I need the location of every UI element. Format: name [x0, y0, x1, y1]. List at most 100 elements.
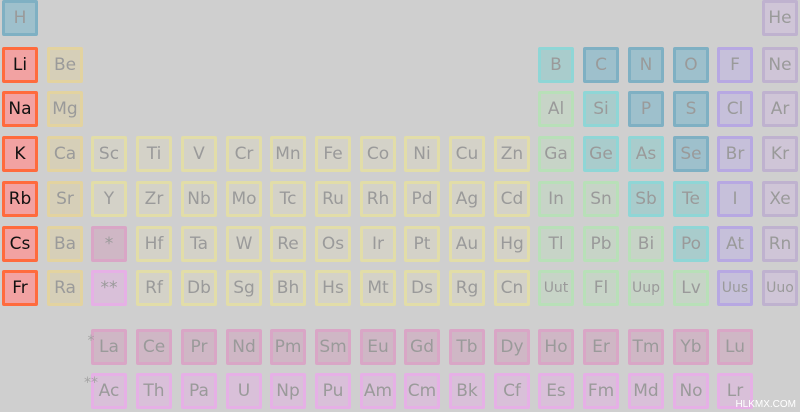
element-h[interactable]: H [2, 0, 38, 36]
element-y[interactable]: Y [91, 181, 127, 217]
element-hg[interactable]: Hg [494, 226, 530, 262]
element-ra[interactable]: Ra [47, 270, 83, 306]
element-n[interactable]: N [628, 47, 664, 83]
element-u[interactable]: U [226, 373, 262, 409]
element-uup[interactable]: Uup [628, 270, 664, 306]
element-f[interactable]: F [717, 47, 753, 83]
element-md[interactable]: Md [628, 373, 664, 409]
element-mo[interactable]: Mo [226, 181, 262, 217]
element-ce[interactable]: Ce [136, 329, 172, 365]
element-tl[interactable]: Tl [538, 226, 574, 262]
element-ba[interactable]: Ba [47, 226, 83, 262]
element-bk[interactable]: Bk [449, 373, 485, 409]
element-po[interactable]: Po [673, 226, 709, 262]
element-rh[interactable]: Rh [360, 181, 396, 217]
element-sb[interactable]: Sb [628, 181, 664, 217]
element-ir[interactable]: Ir [360, 226, 396, 262]
element-nb[interactable]: Nb [181, 181, 217, 217]
element-sn[interactable]: Sn [583, 181, 619, 217]
element-sm[interactable]: Sm [315, 329, 351, 365]
element-lu[interactable]: Lu [717, 329, 753, 365]
element-nd[interactable]: Nd [226, 329, 262, 365]
element-kr[interactable]: Kr [762, 136, 798, 172]
element-o[interactable]: O [673, 47, 709, 83]
element-na[interactable]: Na [2, 91, 38, 127]
element-sg[interactable]: Sg [226, 270, 262, 306]
element-ru[interactable]: Ru [315, 181, 351, 217]
element-br[interactable]: Br [717, 136, 753, 172]
element-rf[interactable]: Rf [136, 270, 172, 306]
element-v[interactable]: V [181, 136, 217, 172]
element-bi[interactable]: Bi [628, 226, 664, 262]
element-am[interactable]: Am [360, 373, 396, 409]
element-cf[interactable]: Cf [494, 373, 530, 409]
element-cu[interactable]: Cu [449, 136, 485, 172]
element-ca[interactable]: Ca [47, 136, 83, 172]
element-ne[interactable]: Ne [762, 47, 798, 83]
element-ga[interactable]: Ga [538, 136, 574, 172]
element-c[interactable]: C [583, 47, 619, 83]
element-db[interactable]: Db [181, 270, 217, 306]
element-pr[interactable]: Pr [181, 329, 217, 365]
element-co[interactable]: Co [360, 136, 396, 172]
element-rn[interactable]: Rn [762, 226, 798, 262]
element-uus[interactable]: Uus [717, 270, 753, 306]
element-hs[interactable]: Hs [315, 270, 351, 306]
element-dy[interactable]: Dy [494, 329, 530, 365]
element-sr[interactable]: Sr [47, 181, 83, 217]
element-rg[interactable]: Rg [449, 270, 485, 306]
element-cs[interactable]: Cs [2, 226, 38, 262]
element-uut[interactable]: Uut [538, 270, 574, 306]
element-te[interactable]: Te [673, 181, 709, 217]
element-fl[interactable]: Fl [583, 270, 619, 306]
element-th[interactable]: Th [136, 373, 172, 409]
element-zn[interactable]: Zn [494, 136, 530, 172]
element-si[interactable]: Si [583, 91, 619, 127]
element-rb[interactable]: Rb [2, 181, 38, 217]
element-mt[interactable]: Mt [360, 270, 396, 306]
element-np[interactable]: Np [270, 373, 306, 409]
element-al[interactable]: Al [538, 91, 574, 127]
element-eu[interactable]: Eu [360, 329, 396, 365]
element-cm[interactable]: Cm [404, 373, 440, 409]
element-ge[interactable]: Ge [583, 136, 619, 172]
element-ds[interactable]: Ds [404, 270, 440, 306]
element-fr[interactable]: Fr [2, 270, 38, 306]
element-cn[interactable]: Cn [494, 270, 530, 306]
element-ni[interactable]: Ni [404, 136, 440, 172]
element-se[interactable]: Se [673, 136, 709, 172]
element-pd[interactable]: Pd [404, 181, 440, 217]
element-k[interactable]: K [2, 136, 38, 172]
element-b[interactable]: B [538, 47, 574, 83]
element-xe[interactable]: Xe [762, 181, 798, 217]
element-ta[interactable]: Ta [181, 226, 217, 262]
element-er[interactable]: Er [583, 329, 619, 365]
element-es[interactable]: Es [538, 373, 574, 409]
element-no[interactable]: No [673, 373, 709, 409]
element-pb[interactable]: Pb [583, 226, 619, 262]
element-tc[interactable]: Tc [270, 181, 306, 217]
element-ar[interactable]: Ar [762, 91, 798, 127]
element-fm[interactable]: Fm [583, 373, 619, 409]
element-mg[interactable]: Mg [47, 91, 83, 127]
element-ag[interactable]: Ag [449, 181, 485, 217]
element-lv[interactable]: Lv [673, 270, 709, 306]
element-ho[interactable]: Ho [538, 329, 574, 365]
element-yb[interactable]: Yb [673, 329, 709, 365]
element-re[interactable]: Re [270, 226, 306, 262]
element-uuo[interactable]: Uuo [762, 270, 798, 306]
element-tb[interactable]: Tb [449, 329, 485, 365]
element-hf[interactable]: Hf [136, 226, 172, 262]
element-in[interactable]: In [538, 181, 574, 217]
element-be[interactable]: Be [47, 47, 83, 83]
element-fe[interactable]: Fe [315, 136, 351, 172]
element-ti[interactable]: Ti [136, 136, 172, 172]
element-bh[interactable]: Bh [270, 270, 306, 306]
actinide-placeholder[interactable]: ** [91, 270, 127, 306]
element-p[interactable]: P [628, 91, 664, 127]
element-cd[interactable]: Cd [494, 181, 530, 217]
element-mn[interactable]: Mn [270, 136, 306, 172]
element-tm[interactable]: Tm [628, 329, 664, 365]
element-gd[interactable]: Gd [404, 329, 440, 365]
element-pa[interactable]: Pa [181, 373, 217, 409]
